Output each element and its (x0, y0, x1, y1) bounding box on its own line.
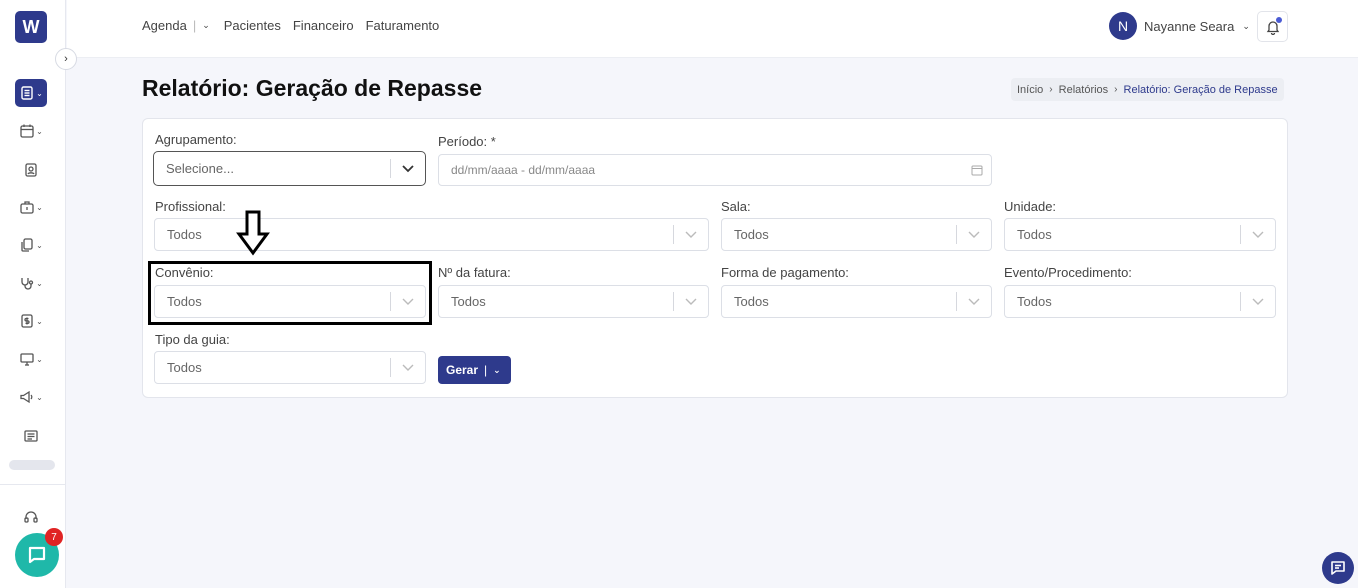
sidebar-item-procedures[interactable]: ⌄ (15, 269, 47, 297)
chevron-down-icon (674, 231, 708, 239)
monitor-icon (20, 353, 34, 366)
help-chat-button[interactable] (1322, 552, 1354, 584)
nav-item-financeiro[interactable]: Financeiro (293, 18, 354, 33)
user-menu[interactable]: N Nayanne Seara ⌄ (1109, 12, 1250, 40)
arrow-down-icon (236, 210, 270, 256)
chevron-right-icon: › (1049, 84, 1053, 95)
sidebar-item-clinic[interactable]: ⌄ (15, 193, 47, 221)
sidebar-expand-button[interactable]: › (55, 48, 77, 70)
sidebar: W › ⌄ ⌄ ⌄ ⌄ ⌄ ⌄ ⌄ ⌄ (0, 0, 77, 588)
dollar-document-icon (21, 314, 33, 328)
unidade-label: Unidade: (1004, 199, 1057, 214)
guia-label: Tipo da guia: (155, 332, 230, 347)
megaphone-icon (20, 390, 33, 404)
sidebar-item-news[interactable] (15, 422, 47, 450)
briefcase-icon (20, 201, 34, 214)
nav-item-faturamento[interactable]: Faturamento (366, 18, 440, 33)
contact-card-icon (25, 163, 37, 177)
document-list-icon (21, 86, 33, 100)
chevron-down-icon (957, 298, 991, 306)
chevron-down-icon[interactable]: ⌄ (493, 365, 501, 376)
sidebar-item-calendar[interactable]: ⌄ (15, 117, 47, 145)
pagamento-label: Forma de pagamento: (721, 265, 849, 280)
sidebar-item-marketing[interactable]: ⌄ (15, 383, 47, 411)
page-title: Relatório: Geração de Repasse (142, 75, 483, 101)
sidebar-divider (0, 484, 66, 485)
chevron-down-icon[interactable]: ⌄ (202, 20, 210, 31)
breadcrumb-current: Relatório: Geração de Repasse (1123, 83, 1278, 96)
gerar-button[interactable]: Gerar | ⌄ (438, 356, 511, 384)
chevron-down-icon (674, 298, 708, 306)
chevron-down-icon (391, 164, 425, 173)
chevron-down-icon (1241, 298, 1275, 306)
sala-label: Sala: (721, 199, 751, 214)
sidebar-item-patients[interactable] (15, 156, 47, 184)
sidebar-item-monitor[interactable]: ⌄ (15, 345, 47, 373)
periodo-input[interactable]: dd/mm/aaaa - dd/mm/aaaa (438, 154, 992, 186)
calendar-icon (971, 165, 983, 176)
calendar-icon (20, 124, 34, 138)
fatura-select[interactable]: Todos (438, 285, 709, 318)
breadcrumb: Início › Relatórios › Relatório: Geração… (1011, 78, 1284, 101)
breadcrumb-home[interactable]: Início (1017, 84, 1043, 96)
agrupamento-label: Agrupamento: (155, 132, 237, 147)
sidebar-item-documents[interactable]: ⌄ (15, 231, 47, 259)
headset-icon (24, 511, 38, 523)
sala-select[interactable]: Todos (721, 218, 992, 251)
newspaper-icon (24, 430, 38, 442)
sidebar-item-financial[interactable]: ⌄ (15, 307, 47, 335)
chat-unread-badge: 7 (45, 528, 63, 546)
nav-item-agenda[interactable]: Agenda (142, 18, 187, 33)
evento-select[interactable]: Todos (1004, 285, 1276, 318)
message-icon (1331, 561, 1345, 575)
pagamento-select[interactable]: Todos (721, 285, 992, 318)
sidebar-item-support[interactable] (15, 503, 47, 531)
chevron-right-icon: › (1114, 84, 1118, 95)
highlight-box (148, 261, 432, 325)
notification-dot (1276, 17, 1282, 23)
evento-label: Evento/Procedimento: (1004, 265, 1132, 280)
notifications-button[interactable] (1257, 11, 1288, 42)
copy-document-icon (21, 238, 33, 252)
chevron-down-icon: ⌄ (1242, 20, 1250, 31)
unidade-select[interactable]: Todos (1004, 218, 1276, 251)
app-logo[interactable]: W (15, 11, 47, 43)
breadcrumb-reports[interactable]: Relatórios (1059, 84, 1109, 96)
guia-select[interactable]: Todos (154, 351, 426, 384)
top-bar: Agenda | ⌄ Pacientes Financeiro Faturame… (67, 0, 1358, 58)
nav-separator: | (192, 18, 197, 33)
fatura-label: Nº da fatura: (438, 265, 511, 280)
chevron-down-icon (391, 364, 425, 372)
main-nav: Agenda | ⌄ Pacientes Financeiro Faturame… (142, 18, 451, 33)
stethoscope-icon (21, 278, 34, 290)
sidebar-item-reports[interactable]: ⌄ (15, 79, 47, 107)
user-name: Nayanne Seara (1144, 18, 1235, 34)
chat-icon (28, 546, 46, 564)
chevron-down-icon (1241, 231, 1275, 239)
agrupamento-select[interactable]: Selecione... (153, 151, 426, 186)
avatar: N (1109, 12, 1137, 40)
button-separator: | (484, 363, 488, 377)
sidebar-scrollbar[interactable] (9, 460, 55, 470)
periodo-label: Período: * (438, 134, 496, 149)
chevron-down-icon (957, 231, 991, 239)
profissional-label: Profissional: (155, 199, 226, 214)
nav-item-pacientes[interactable]: Pacientes (224, 18, 281, 33)
